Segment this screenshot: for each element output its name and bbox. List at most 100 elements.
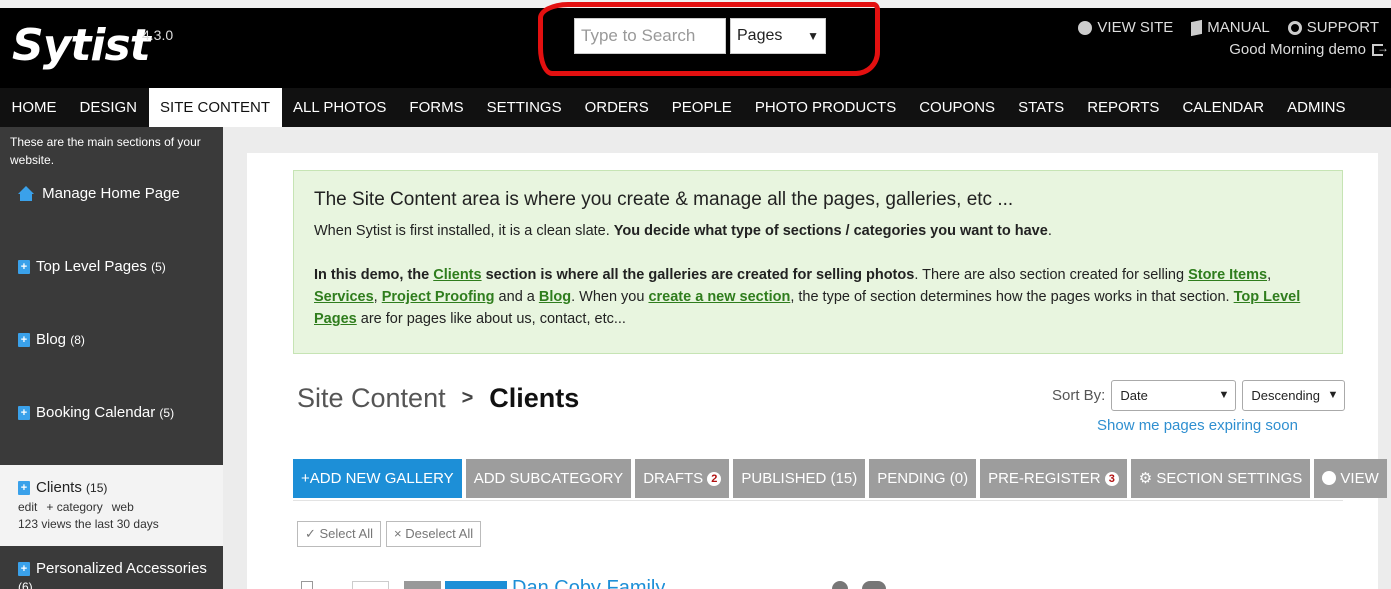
greeting-text: Good Morning demo [1229, 41, 1366, 58]
notice-text: are for pages like about us, contact, et… [356, 311, 626, 327]
section-settings-button[interactable]: ⚙ SECTION SETTINGS [1130, 459, 1311, 498]
view-label: VIEW [1340, 470, 1379, 487]
sidebar-item-count: (6) [18, 580, 33, 589]
nav-site-content[interactable]: SITE CONTENT [148, 88, 282, 127]
notice-bold-text: You decide what type of sections / categ… [613, 223, 1048, 239]
clients-add-category-link[interactable]: + category [46, 500, 102, 514]
project-proofing-link[interactable]: Project Proofing [382, 289, 495, 305]
row-icon[interactable] [862, 581, 886, 589]
sort-order-select[interactable]: Descending ▼ [1242, 380, 1346, 411]
notice-text: , [1267, 267, 1272, 283]
greeting: Good Morning demo [1229, 41, 1389, 59]
add-page-icon: + [18, 562, 30, 576]
pre-register-label: PRE-REGISTER [988, 470, 1101, 487]
main-nav: HOME DESIGN SITE CONTENT ALL PHOTOS FORM… [0, 88, 1391, 127]
nav-people[interactable]: PEOPLE [660, 88, 743, 127]
nav-home[interactable]: HOME [0, 88, 68, 127]
row-action-button[interactable] [445, 581, 507, 589]
sidebar: These are the main sections of your webs… [0, 127, 223, 589]
sort-controls: Sort By: Date ▼ Descending ▼ [1052, 380, 1346, 411]
clients-title: + Clients (15) [18, 479, 107, 496]
nav-all-photos[interactable]: ALL PHOTOS [282, 88, 398, 127]
clients-views: 123 views the last 30 days [18, 517, 159, 531]
drafts-button[interactable]: DRAFTS 2 [635, 459, 730, 498]
sytist-logo[interactable]: Sytist [12, 20, 151, 71]
view-button[interactable]: VIEW [1314, 459, 1387, 498]
sidebar-item-label: Top Level Pages [36, 258, 147, 275]
add-subcategory-button[interactable]: ADD SUBCATEGORY [465, 459, 632, 498]
sidebar-item-count: (5) [159, 406, 175, 420]
manual-link[interactable]: MANUAL [1191, 19, 1270, 36]
personalized-title: + Personalized Accessories [18, 560, 207, 577]
gear-icon: ⚙ [1138, 470, 1153, 487]
drafts-label: DRAFTS [643, 470, 704, 487]
sidebar-item-top-level-pages[interactable]: + Top Level Pages (5) [0, 258, 223, 275]
clients-link[interactable]: Clients [433, 267, 481, 283]
services-link[interactable]: Services [314, 289, 374, 305]
row-title-clip: Dan Coby Family [512, 578, 665, 589]
sidebar-item-label: Blog [36, 331, 67, 348]
row-thumbnail [352, 581, 389, 589]
globe-icon [1322, 471, 1337, 485]
sort-order-value: Descending [1251, 388, 1321, 403]
support-label: SUPPORT [1306, 19, 1379, 36]
clients-edit-link[interactable]: edit [18, 500, 37, 514]
nav-admins[interactable]: ADMINS [1276, 88, 1357, 127]
breadcrumb-root[interactable]: Site Content [297, 383, 446, 414]
nav-coupons[interactable]: COUPONS [908, 88, 1007, 127]
sidebar-item-blog[interactable]: + Blog (8) [0, 331, 223, 348]
sidebar-intro: These are the main sections of your webs… [10, 135, 201, 167]
pre-register-button[interactable]: PRE-REGISTER 3 [980, 459, 1127, 498]
sidebar-item-label: Clients [36, 479, 82, 496]
chevron-right-icon: > [461, 387, 474, 409]
published-button[interactable]: PUBLISHED (15) [733, 459, 866, 498]
sidebar-item-home[interactable]: Manage Home Page [0, 185, 223, 202]
search-scope-select[interactable]: Pages ▼ [730, 18, 826, 54]
row-title[interactable]: Dan Coby Family [512, 578, 665, 589]
nav-calendar[interactable]: CALENDAR [1171, 88, 1276, 127]
notice-bold-text: In this demo, the [314, 267, 434, 283]
expiring-pages-link[interactable]: Show me pages expiring soon [1097, 417, 1298, 434]
nav-forms[interactable]: FORMS [398, 88, 475, 127]
sidebar-item-label: Personalized Accessories [36, 560, 207, 577]
view-site-link[interactable]: VIEW SITE [1078, 19, 1173, 36]
blog-link[interactable]: Blog [539, 289, 571, 305]
nav-settings[interactable]: SETTINGS [475, 88, 573, 127]
support-link[interactable]: SUPPORT [1287, 19, 1379, 36]
clients-web-link[interactable]: web [112, 500, 134, 514]
sidebar-item-count: (8) [70, 333, 85, 347]
create-section-link[interactable]: create a new section [648, 289, 790, 305]
add-new-gallery-button[interactable]: +ADD NEW GALLERY [293, 459, 462, 498]
nav-photo-products[interactable]: PHOTO PRODUCTS [743, 88, 907, 127]
page-title: Clients [489, 383, 580, 413]
section-settings-label: SECTION SETTINGS [1156, 470, 1303, 487]
notice-text: and a [494, 289, 539, 305]
nav-stats[interactable]: STATS [1007, 88, 1076, 127]
globe-icon [1078, 20, 1093, 35]
nav-reports[interactable]: REPORTS [1076, 88, 1171, 127]
nav-design[interactable]: DESIGN [68, 88, 149, 127]
sidebar-item-clients[interactable]: + Clients (15) edit + category web 123 vi… [0, 465, 223, 546]
notice-text: , the type of section determines how the… [790, 289, 1234, 305]
search-input[interactable]: Type to Search [574, 18, 726, 54]
breadcrumb: Site Content > Clients [297, 383, 579, 414]
deselect-all-button[interactable]: × Deselect All [386, 521, 482, 547]
logout-icon[interactable] [1372, 41, 1389, 56]
sort-label: Sort By: [1052, 387, 1106, 404]
sidebar-item-booking-calendar[interactable]: + Booking Calendar (5) [0, 404, 223, 421]
pending-button[interactable]: PENDING (0) [869, 459, 977, 498]
add-page-icon: + [18, 481, 30, 495]
nav-orders[interactable]: ORDERS [573, 88, 660, 127]
sidebar-item-personalized-accessories[interactable]: + Personalized Accessories (6) [0, 546, 223, 589]
chevron-down-icon: ▼ [1218, 389, 1230, 401]
row-checkbox[interactable] [301, 581, 313, 589]
chevron-down-icon: ▼ [807, 29, 819, 43]
store-items-link[interactable]: Store Items [1188, 267, 1267, 283]
notice-text: . There are also section created for sel… [914, 267, 1189, 283]
notice-text: . [1047, 223, 1052, 239]
view-site-label: VIEW SITE [1097, 19, 1174, 36]
select-all-button[interactable]: ✓ Select All [297, 521, 381, 547]
notice-text: , [373, 289, 382, 305]
pre-register-count-badge: 3 [1104, 472, 1119, 486]
sort-field-select[interactable]: Date ▼ [1111, 380, 1237, 411]
